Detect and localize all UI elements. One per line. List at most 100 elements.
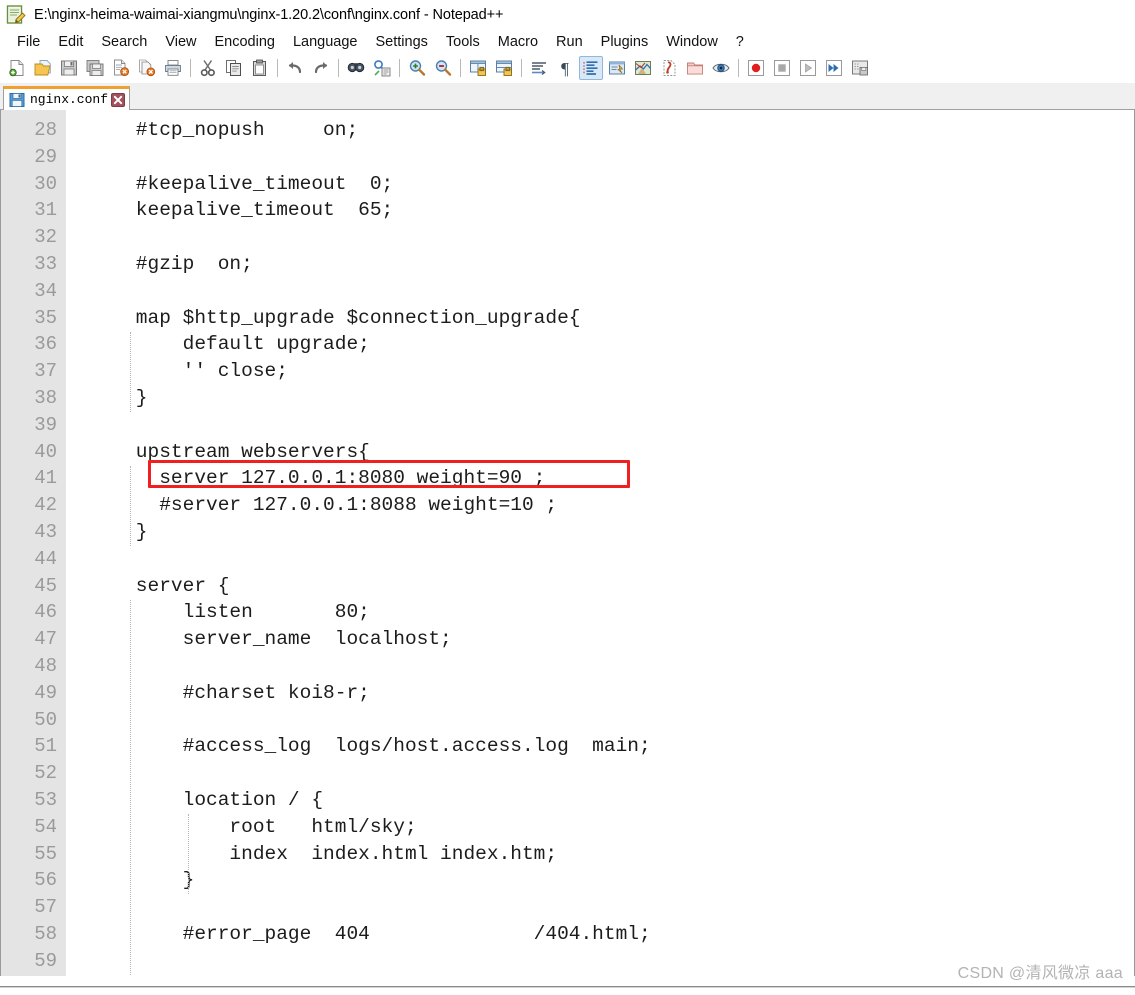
menu-help[interactable]: ? [727, 32, 753, 52]
redo-icon[interactable] [309, 56, 333, 80]
code-line: #error_page 404 /404.html; [89, 922, 651, 945]
code-line: keepalive_timeout 65; [89, 199, 394, 222]
sync-horizontal-icon[interactable] [492, 56, 516, 80]
zoom-out-icon[interactable] [431, 56, 455, 80]
menu-edit[interactable]: Edit [49, 32, 92, 52]
line-number: 53 [34, 788, 57, 811]
word-wrap-icon[interactable] [527, 56, 551, 80]
code-line: server { [89, 574, 230, 597]
code-editor[interactable]: 28 29 30 31 32 33 34 35 36 37 38 39 40 4… [0, 110, 1135, 976]
menu-bar: File Edit Search View Encoding Language … [0, 30, 1135, 54]
line-number: 42 [34, 494, 57, 517]
menu-encoding[interactable]: Encoding [206, 32, 284, 52]
open-file-icon[interactable] [31, 56, 55, 80]
find-icon[interactable] [344, 56, 368, 80]
menu-settings[interactable]: Settings [366, 32, 436, 52]
zoom-in-icon[interactable] [405, 56, 429, 80]
document-tab-bar: nginx.conf [0, 83, 1135, 110]
code-line: #gzip on; [89, 252, 253, 275]
replace-icon[interactable] [370, 56, 394, 80]
bookmark-margin[interactable] [66, 110, 84, 976]
run-multiple-macro-icon[interactable] [822, 56, 846, 80]
tab-label: nginx.conf [30, 92, 109, 107]
cut-icon[interactable] [196, 56, 220, 80]
menu-macro[interactable]: Macro [489, 32, 547, 52]
new-file-icon[interactable] [5, 56, 29, 80]
line-number: 36 [34, 333, 57, 356]
svg-text:¶: ¶ [561, 59, 569, 77]
close-icon[interactable] [111, 92, 126, 107]
toolbar-separator [190, 59, 191, 77]
line-number-gutter: 28 29 30 31 32 33 34 35 36 37 38 39 40 4… [1, 110, 66, 976]
saved-file-icon [9, 92, 25, 108]
monitoring-icon[interactable] [709, 56, 733, 80]
line-number: 43 [34, 520, 57, 543]
show-all-chars-icon[interactable]: ¶ [553, 56, 577, 80]
record-macro-icon[interactable] [744, 56, 768, 80]
code-line: listen 80; [89, 601, 370, 624]
toolbar: ¶ [0, 54, 1135, 83]
menu-tools[interactable]: Tools [437, 32, 489, 52]
menu-search[interactable]: Search [92, 32, 156, 52]
tab-nginx-conf[interactable]: nginx.conf [3, 86, 131, 110]
code-line: '' close; [89, 360, 288, 383]
window-title: E:\nginx-heima-waimai-xiangmu\nginx-1.20… [34, 7, 504, 23]
indent-guide-icon[interactable] [579, 56, 603, 80]
line-number: 52 [34, 762, 57, 785]
stop-macro-icon[interactable] [770, 56, 794, 80]
line-number: 33 [34, 252, 57, 275]
menu-window[interactable]: Window [657, 32, 727, 52]
menu-view[interactable]: View [156, 32, 205, 52]
close-all-icon[interactable] [135, 56, 159, 80]
paste-icon[interactable] [248, 56, 272, 80]
code-line: #keepalive_timeout 0; [89, 172, 394, 195]
menu-file[interactable]: File [8, 32, 49, 52]
code-line: default upgrade; [89, 333, 370, 356]
line-number: 59 [34, 949, 57, 972]
undo-icon[interactable] [283, 56, 307, 80]
user-defined-dialog-icon[interactable] [605, 56, 629, 80]
code-line: #server 127.0.0.1:8088 weight=10 ; [89, 494, 558, 517]
code-line: server 127.0.0.1:8080 weight=90 ; [89, 467, 546, 490]
code-line: #access_log logs/host.access.log main; [89, 735, 651, 758]
line-number: 39 [34, 413, 57, 436]
play-macro-icon[interactable] [796, 56, 820, 80]
line-number: 32 [34, 226, 57, 249]
line-number: 51 [34, 735, 57, 758]
menu-language[interactable]: Language [284, 32, 367, 52]
code-text-area[interactable]: #tcp_nopush on; #keepalive_timeout 0; ke… [84, 110, 1134, 976]
close-file-icon[interactable] [109, 56, 133, 80]
line-number: 54 [34, 815, 57, 838]
sync-vertical-icon[interactable] [466, 56, 490, 80]
save-macro-icon[interactable] [848, 56, 872, 80]
copy-icon[interactable] [222, 56, 246, 80]
line-number: 50 [34, 708, 57, 731]
line-number: 35 [34, 306, 57, 329]
line-number: 48 [34, 654, 57, 677]
folder-workspace-icon[interactable] [683, 56, 707, 80]
line-number: 38 [34, 386, 57, 409]
code-line: server_name localhost; [89, 628, 452, 651]
line-number: 58 [34, 922, 57, 945]
line-number: 47 [34, 628, 57, 651]
line-number: 45 [34, 574, 57, 597]
document-map-icon[interactable] [631, 56, 655, 80]
line-number: 37 [34, 360, 57, 383]
line-number: 46 [34, 601, 57, 624]
print-icon[interactable] [161, 56, 185, 80]
line-number: 31 [34, 199, 57, 222]
save-all-icon[interactable] [83, 56, 107, 80]
menu-run[interactable]: Run [547, 32, 592, 52]
save-icon[interactable] [57, 56, 81, 80]
menu-plugins[interactable]: Plugins [592, 32, 658, 52]
function-list-icon[interactable] [657, 56, 681, 80]
toolbar-separator [399, 59, 400, 77]
